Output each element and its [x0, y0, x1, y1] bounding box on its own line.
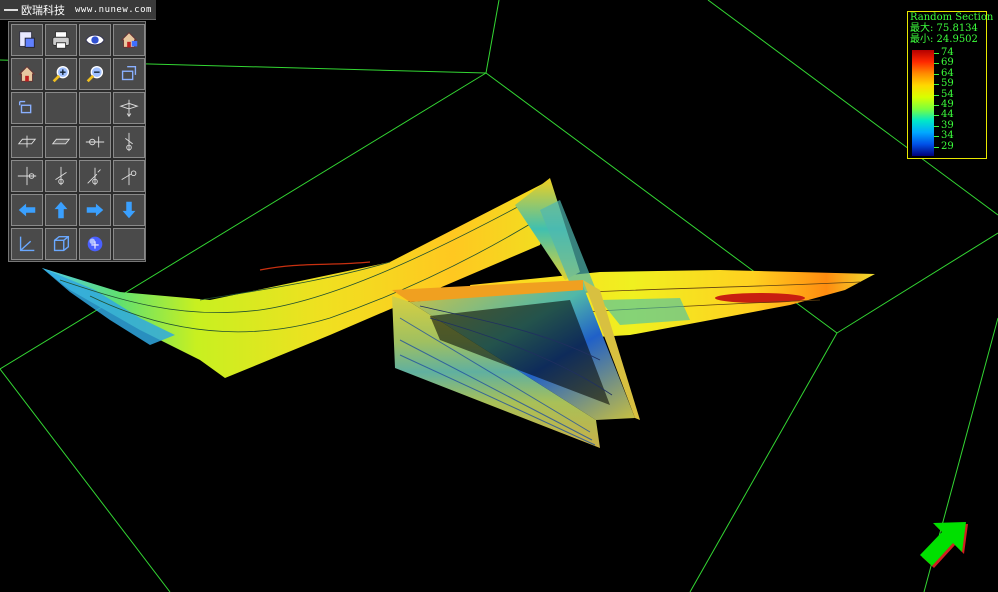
legend-ticks: 74 69 64 59 54 49 44 39 34 29 — [934, 47, 954, 152]
arrow-down-icon — [118, 199, 140, 221]
sphere-button[interactable] — [79, 228, 111, 260]
legend-tick: 34 — [934, 130, 954, 141]
fit-view-icon — [118, 63, 140, 85]
arrow-right-button[interactable] — [79, 194, 111, 226]
empty-button[interactable] — [45, 92, 77, 124]
legend-tick: 59 — [934, 78, 954, 89]
rotate-axis-x-button[interactable] — [79, 126, 111, 158]
rotate-axis-y-button[interactable] — [113, 126, 145, 158]
slice-flat-icon — [50, 131, 72, 153]
arrow-up-icon — [50, 199, 72, 221]
arrow-left-icon — [16, 199, 38, 221]
cube-icon — [50, 233, 72, 255]
zoom-out-icon — [84, 63, 106, 85]
dash-icon — [4, 8, 18, 11]
rotate-axis-z-button[interactable] — [11, 160, 43, 192]
slice-vertical-icon — [118, 97, 140, 119]
rotate-view-icon — [16, 97, 38, 119]
legend-tick: 29 — [934, 141, 954, 152]
empty-button[interactable] — [113, 228, 145, 260]
brand-header: 欧瑞科技 www.nunew.com — [0, 0, 156, 20]
rotate-axis-neg-z-button[interactable] — [45, 160, 77, 192]
company-name: 欧瑞科技 — [21, 3, 65, 17]
legend-max: 最大: 75.8134 — [910, 23, 978, 34]
zoom-in-icon — [50, 63, 72, 85]
company-url: www.nunew.com — [75, 4, 152, 15]
sphere-icon — [84, 233, 106, 255]
arrow-left-button[interactable] — [11, 194, 43, 226]
rotate-axis-z-icon — [16, 165, 38, 187]
legend-title: Random Section — [910, 12, 994, 23]
rotate-view-button[interactable] — [11, 92, 43, 124]
color-legend: Random Section 最大: 75.8134 最小: 24.9502 7… — [907, 11, 993, 159]
rotate-axis-x-icon — [84, 131, 106, 153]
slice-vertical-button[interactable] — [113, 92, 145, 124]
axes-button[interactable] — [11, 228, 43, 260]
home-button[interactable] — [11, 58, 43, 90]
slice-flat-button[interactable] — [45, 126, 77, 158]
slice-plane-icon — [16, 131, 38, 153]
rotate-axis-y-icon — [118, 131, 140, 153]
zoom-in-button[interactable] — [45, 58, 77, 90]
section-front-triangle — [392, 280, 640, 448]
legend-min: 最小: 24.9502 — [910, 34, 978, 45]
rotate-axis-neg-z-icon — [50, 165, 72, 187]
view-eye-icon — [84, 29, 106, 51]
orientation-arrow-icon — [920, 522, 968, 568]
home-icon — [16, 63, 38, 85]
arrow-up-button[interactable] — [45, 194, 77, 226]
home-view-icon — [118, 29, 140, 51]
arrow-right-icon — [84, 199, 106, 221]
arrow-down-button[interactable] — [113, 194, 145, 226]
rotate-axis-yz-button[interactable] — [113, 160, 145, 192]
save-section-button[interactable] — [11, 24, 43, 56]
slice-plane-button[interactable] — [11, 126, 43, 158]
legend-color-bar — [912, 50, 934, 156]
home-view-button[interactable] — [113, 24, 145, 56]
rotate-axis-xy-icon — [84, 165, 106, 187]
axes-icon — [16, 233, 38, 255]
tool-palette — [8, 21, 146, 262]
3d-viewport[interactable] — [0, 0, 998, 592]
view-eye-button[interactable] — [79, 24, 111, 56]
rotate-axis-yz-icon — [118, 165, 140, 187]
rotate-axis-xy-button[interactable] — [79, 160, 111, 192]
cube-button[interactable] — [45, 228, 77, 260]
print-button[interactable] — [45, 24, 77, 56]
fit-view-button[interactable] — [113, 58, 145, 90]
print-icon — [50, 29, 72, 51]
save-section-icon — [16, 29, 38, 51]
zoom-out-button[interactable] — [79, 58, 111, 90]
empty-button[interactable] — [79, 92, 111, 124]
